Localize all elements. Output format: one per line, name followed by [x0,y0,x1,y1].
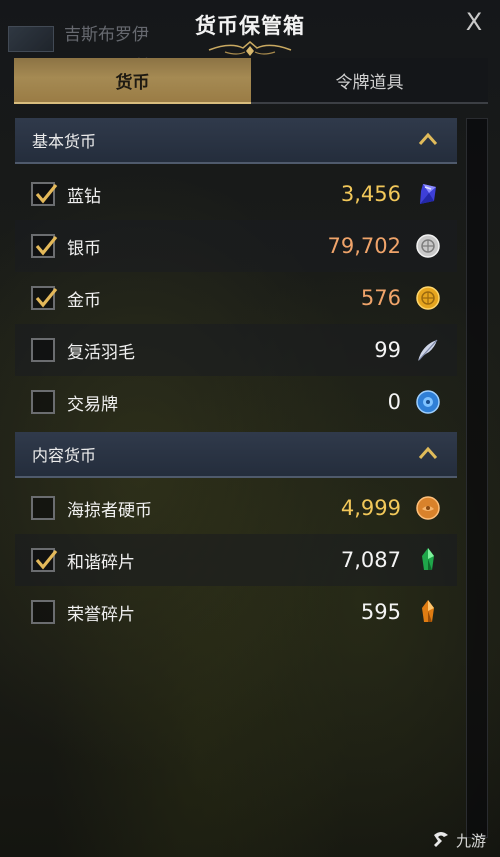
show-checkbox[interactable] [31,286,58,310]
watermark-logo-icon [433,832,448,847]
blue-diamond-icon [420,184,436,204]
currency-row-gold-coin: 金币 576 [15,272,457,324]
pirate-coin-icon [416,496,440,520]
currency-amount: 4,999 [340,496,401,520]
tab-currency[interactable]: 货币 [14,58,251,104]
currency-row-pirate-coin: 海掠者硬币 4,999 [15,482,457,534]
currency-amount: 99 [374,338,401,362]
show-checkbox[interactable] [31,234,58,258]
trade-token-icon [416,390,440,414]
currency-amount: 576 [360,286,401,310]
scrollbar[interactable] [466,118,488,838]
currency-name: 复活羽毛 [67,342,135,363]
currency-row-silver-coin: 银币 79,702 [15,220,457,272]
currency-row-trade-token: 交易牌 0 [15,376,457,428]
checkmark-icon [35,183,58,204]
checkmark-icon [35,287,58,308]
show-checkbox[interactable] [31,390,55,414]
section-content-currency[interactable]: 内容货币 [15,432,457,478]
gold-coin-icon [416,286,440,310]
feather-icon [418,339,438,361]
orange-shard-icon [422,600,434,622]
section-title: 内容货币 [32,446,97,465]
currency-row-blue-diamond: 蓝钻 3,456 [15,168,457,220]
window-title: 货币保管箱 [195,14,305,38]
currency-name: 海掠者硬币 [67,500,152,521]
checkmark-icon [35,549,58,570]
currency-name: 交易牌 [67,394,118,415]
close-button[interactable]: X [462,10,486,34]
show-checkbox[interactable] [31,496,55,520]
checkmark-icon [35,235,58,256]
watermark-text: 九游 [455,831,486,850]
tab-bar: 货币 令牌道具 [14,58,488,104]
title-ornament-icon [208,41,292,56]
currency-list: 基本货币 蓝钻 3,456 银币 79,702 金币 576 复活羽毛 99 交… [15,118,460,638]
section-basic-currency[interactable]: 基本货币 [15,118,457,164]
currency-amount: 3,456 [340,182,401,206]
currency-row-revive-feather: 复活羽毛 99 [15,324,457,376]
currency-name: 和谐碎片 [67,552,135,573]
currency-amount: 79,702 [327,234,401,258]
currency-name: 蓝钻 [67,186,101,207]
tab-token-items[interactable]: 令牌道具 [251,58,488,104]
currency-amount: 0 [387,390,401,414]
section-title: 基本货币 [32,132,97,151]
show-checkbox[interactable] [31,338,55,362]
collapse-chevron-icon[interactable] [417,130,439,148]
show-checkbox[interactable] [31,548,58,572]
show-checkbox[interactable] [31,600,55,624]
window-header: 货币保管箱 X [0,0,500,56]
silver-coin-icon [416,234,440,258]
currency-name: 银币 [67,238,101,259]
currency-amount: 7,087 [340,548,401,572]
currency-name: 金币 [67,290,101,311]
show-checkbox[interactable] [31,182,58,206]
currency-amount: 595 [360,600,401,624]
watermark: 九游 [430,829,486,851]
currency-name: 荣誉碎片 [67,604,135,625]
currency-row-harmony-shard: 和谐碎片 7,087 [15,534,457,586]
green-shard-icon [422,548,434,570]
collapse-chevron-icon[interactable] [417,444,439,462]
currency-row-honor-shard: 荣誉碎片 595 [15,586,457,638]
